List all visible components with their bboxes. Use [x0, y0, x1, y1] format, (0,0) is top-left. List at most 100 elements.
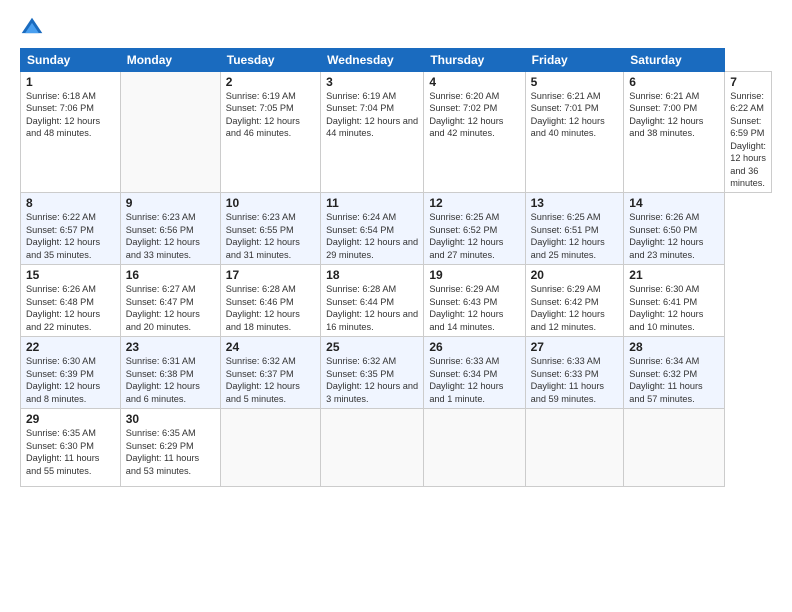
day-detail: Sunrise: 6:21 AMSunset: 7:01 PMDaylight:…: [531, 91, 605, 138]
day-number: 12: [429, 196, 519, 210]
empty-cell: [424, 409, 525, 487]
calendar-day-7: 7 Sunrise: 6:22 AMSunset: 6:59 PMDaylight…: [725, 72, 772, 193]
day-number: 13: [531, 196, 619, 210]
day-number: 18: [326, 268, 418, 282]
day-number: 25: [326, 340, 418, 354]
header: [20, 16, 772, 40]
day-detail: Sunrise: 6:21 AMSunset: 7:00 PMDaylight:…: [629, 91, 703, 138]
day-number: 14: [629, 196, 719, 210]
calendar-day-21: 21Sunrise: 6:30 AMSunset: 6:41 PMDayligh…: [624, 265, 725, 337]
calendar-day-9: 9 Sunrise: 6:23 AMSunset: 6:56 PMDaylight…: [120, 193, 220, 265]
calendar-day-12: 12 Sunrise: 6:25 AMSunset: 6:52 PMDayligh…: [424, 193, 525, 265]
day-number: 10: [226, 196, 315, 210]
day-detail: Sunrise: 6:35 AMSunset: 6:29 PMDaylight:…: [126, 428, 199, 475]
calendar-day-15: 15 Sunrise: 6:26 AMSunset: 6:48 PMDayligh…: [21, 265, 121, 337]
day-number: 21: [629, 268, 719, 282]
day-number: 6: [629, 75, 719, 89]
day-detail: Sunrise: 6:29 AMSunset: 6:43 PMDaylight:…: [429, 284, 503, 331]
calendar-day-27: 27 Sunrise: 6:33 AMSunset: 6:33 PMDayligh…: [525, 337, 624, 409]
calendar-day-25: 25 Sunrise: 6:32 AMSunset: 6:35 PMDayligh…: [321, 337, 424, 409]
calendar-day-20: 20 Sunrise: 6:29 AMSunset: 6:42 PMDayligh…: [525, 265, 624, 337]
calendar-day-23: 23 Sunrise: 6:31 AMSunset: 6:38 PMDayligh…: [120, 337, 220, 409]
day-detail: Sunrise: 6:28 AMSunset: 6:44 PMDaylight:…: [326, 284, 418, 331]
empty-cell: [120, 72, 220, 193]
day-number: 20: [531, 268, 619, 282]
day-detail: Sunrise: 6:20 AMSunset: 7:02 PMDaylight:…: [429, 91, 503, 138]
calendar-day-19: 19 Sunrise: 6:29 AMSunset: 6:43 PMDayligh…: [424, 265, 525, 337]
calendar-day-14: 14 Sunrise: 6:26 AMSunset: 6:50 PMDayligh…: [624, 193, 725, 265]
empty-cell: [624, 409, 725, 487]
day-detail: Sunrise: 6:26 AMSunset: 6:50 PMDaylight:…: [629, 212, 703, 259]
weekday-header-thursday: Thursday: [424, 49, 525, 72]
logo: [20, 16, 48, 40]
weekday-header-saturday: Saturday: [624, 49, 725, 72]
day-number: 11: [326, 196, 418, 210]
day-detail: Sunrise: 6:31 AMSunset: 6:38 PMDaylight:…: [126, 356, 200, 403]
calendar-table: SundayMondayTuesdayWednesdayThursdayFrid…: [20, 48, 772, 487]
day-number: 5: [531, 75, 619, 89]
day-number: 28: [629, 340, 719, 354]
day-detail: Sunrise: 6:23 AMSunset: 6:56 PMDaylight:…: [126, 212, 200, 259]
day-number: 27: [531, 340, 619, 354]
calendar-day-8: 8Sunrise: 6:22 AMSunset: 6:57 PMDaylight…: [21, 193, 121, 265]
calendar-day-6: 6 Sunrise: 6:21 AMSunset: 7:00 PMDaylight…: [624, 72, 725, 193]
day-detail: Sunrise: 6:34 AMSunset: 6:32 PMDaylight:…: [629, 356, 702, 403]
day-number: 26: [429, 340, 519, 354]
calendar-day-18: 18 Sunrise: 6:28 AMSunset: 6:44 PMDayligh…: [321, 265, 424, 337]
weekday-header-monday: Monday: [120, 49, 220, 72]
day-detail: Sunrise: 6:25 AMSunset: 6:52 PMDaylight:…: [429, 212, 503, 259]
calendar-week-2: 8Sunrise: 6:22 AMSunset: 6:57 PMDaylight…: [21, 193, 772, 265]
calendar-week-4: 22Sunrise: 6:30 AMSunset: 6:39 PMDayligh…: [21, 337, 772, 409]
calendar-day-22: 22Sunrise: 6:30 AMSunset: 6:39 PMDayligh…: [21, 337, 121, 409]
calendar-day-10: 10 Sunrise: 6:23 AMSunset: 6:55 PMDayligh…: [220, 193, 320, 265]
calendar-day-11: 11 Sunrise: 6:24 AMSunset: 6:54 PMDayligh…: [321, 193, 424, 265]
calendar-day-1: 1 Sunrise: 6:18 AMSunset: 7:06 PMDaylight…: [21, 72, 121, 193]
weekday-header-wednesday: Wednesday: [321, 49, 424, 72]
weekday-header-sunday: Sunday: [21, 49, 121, 72]
calendar-day-16: 16Sunrise: 6:27 AMSunset: 6:47 PMDayligh…: [120, 265, 220, 337]
weekday-header-friday: Friday: [525, 49, 624, 72]
weekday-header-row: SundayMondayTuesdayWednesdayThursdayFrid…: [21, 49, 772, 72]
day-detail: Sunrise: 6:35 AMSunset: 6:30 PMDaylight:…: [26, 428, 99, 475]
calendar-day-3: 3 Sunrise: 6:19 AMSunset: 7:04 PMDaylight…: [321, 72, 424, 193]
day-detail: Sunrise: 6:28 AMSunset: 6:46 PMDaylight:…: [226, 284, 300, 331]
day-number: 15: [26, 268, 115, 282]
weekday-header-tuesday: Tuesday: [220, 49, 320, 72]
day-number: 17: [226, 268, 315, 282]
day-number: 8: [26, 196, 115, 210]
day-number: 2: [226, 75, 315, 89]
calendar-day-17: 17 Sunrise: 6:28 AMSunset: 6:46 PMDayligh…: [220, 265, 320, 337]
day-number: 1: [26, 75, 115, 89]
day-detail: Sunrise: 6:23 AMSunset: 6:55 PMDaylight:…: [226, 212, 300, 259]
calendar-week-3: 15 Sunrise: 6:26 AMSunset: 6:48 PMDayligh…: [21, 265, 772, 337]
calendar-day-29: 29 Sunrise: 6:35 AMSunset: 6:30 PMDayligh…: [21, 409, 121, 487]
day-detail: Sunrise: 6:32 AMSunset: 6:37 PMDaylight:…: [226, 356, 300, 403]
day-detail: Sunrise: 6:30 AMSunset: 6:39 PMDaylight:…: [26, 356, 100, 403]
empty-cell: [321, 409, 424, 487]
day-detail: Sunrise: 6:27 AMSunset: 6:47 PMDaylight:…: [126, 284, 200, 331]
day-number: 4: [429, 75, 519, 89]
day-detail: Sunrise: 6:32 AMSunset: 6:35 PMDaylight:…: [326, 356, 418, 403]
day-detail: Sunrise: 6:24 AMSunset: 6:54 PMDaylight:…: [326, 212, 418, 259]
logo-icon: [20, 16, 44, 40]
calendar-day-5: 5 Sunrise: 6:21 AMSunset: 7:01 PMDaylight…: [525, 72, 624, 193]
day-detail: Sunrise: 6:29 AMSunset: 6:42 PMDaylight:…: [531, 284, 605, 331]
day-detail: Sunrise: 6:33 AMSunset: 6:33 PMDaylight:…: [531, 356, 604, 403]
day-number: 3: [326, 75, 418, 89]
day-number: 24: [226, 340, 315, 354]
day-number: 9: [126, 196, 215, 210]
calendar-week-1: 1 Sunrise: 6:18 AMSunset: 7:06 PMDaylight…: [21, 72, 772, 193]
calendar-day-13: 13 Sunrise: 6:25 AMSunset: 6:51 PMDayligh…: [525, 193, 624, 265]
day-number: 7: [730, 75, 766, 89]
day-detail: Sunrise: 6:25 AMSunset: 6:51 PMDaylight:…: [531, 212, 605, 259]
day-number: 29: [26, 412, 115, 426]
day-detail: Sunrise: 6:18 AMSunset: 7:06 PMDaylight:…: [26, 91, 100, 138]
calendar-page: SundayMondayTuesdayWednesdayThursdayFrid…: [0, 0, 792, 612]
day-detail: Sunrise: 6:19 AMSunset: 7:05 PMDaylight:…: [226, 91, 300, 138]
calendar-day-30: 30Sunrise: 6:35 AMSunset: 6:29 PMDayligh…: [120, 409, 220, 487]
day-detail: Sunrise: 6:22 AMSunset: 6:59 PMDaylight:…: [730, 91, 766, 188]
day-number: 23: [126, 340, 215, 354]
day-detail: Sunrise: 6:19 AMSunset: 7:04 PMDaylight:…: [326, 91, 418, 138]
day-number: 19: [429, 268, 519, 282]
day-detail: Sunrise: 6:26 AMSunset: 6:48 PMDaylight:…: [26, 284, 100, 331]
